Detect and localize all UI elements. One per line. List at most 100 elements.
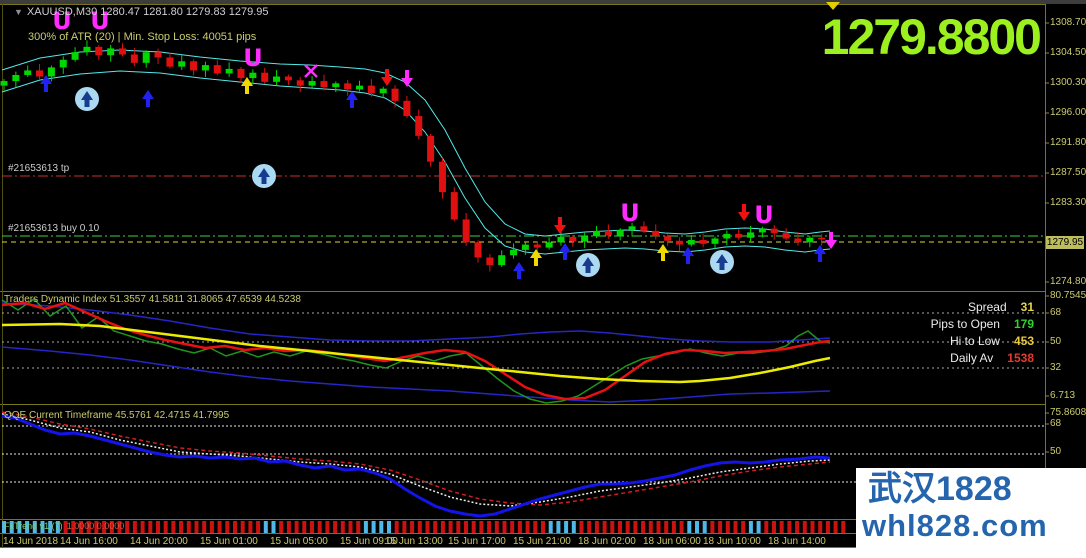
time-label: 18 Jun 10:00 (703, 536, 761, 547)
trend-histogram-bar (364, 521, 368, 533)
trend-histogram-bar (595, 521, 599, 533)
trend-histogram-bar (503, 521, 507, 533)
candle-body (723, 234, 730, 239)
chart-title: ▼XAUUSD,M30 1280.47 1281.80 1279.83 1279… (14, 6, 269, 18)
trend-histogram-bar (734, 521, 738, 533)
candle-body (451, 192, 458, 219)
candle-body (72, 52, 79, 60)
trend-histogram-bar (325, 521, 329, 533)
axis-label: 50 (1050, 336, 1061, 347)
trend-histogram-bar (749, 521, 753, 533)
watermark: 武汉1828 whl828.com (856, 468, 1086, 558)
time-label: 14 Jun 16:00 (60, 536, 118, 547)
trend-histogram-bar (510, 521, 514, 533)
candle-body (510, 250, 517, 255)
time-label: 15 Jun 05:00 (270, 536, 328, 547)
trend-histogram-bar (225, 521, 229, 533)
axis-label: 80.7545 (1050, 290, 1086, 301)
tdi-indicator-label: Traders Dynamic Index 51.3557 41.5811 31… (4, 294, 301, 305)
axis-label: 32 (1050, 362, 1061, 373)
trend-histogram-bar (272, 521, 276, 533)
buy-order-label: #21653613 buy 0.10 (8, 223, 99, 234)
candle-body (463, 219, 470, 242)
candle-body (794, 238, 801, 242)
trend-histogram-bar (295, 521, 299, 533)
magenta-cross-icon (305, 65, 317, 77)
channel-lower (2, 71, 830, 254)
down-arrow-icon (825, 232, 837, 249)
candle-body (605, 231, 612, 236)
candle-body (12, 75, 19, 81)
trend-histogram-bar (764, 521, 768, 533)
trend-histogram-bar (541, 521, 545, 533)
trend-histogram-bar (179, 521, 183, 533)
trend-histogram-bar (780, 521, 784, 533)
trend-histogram-bar (472, 521, 476, 533)
candle-body (593, 231, 600, 236)
candle-body (166, 58, 173, 67)
trend-histogram-bar (556, 521, 560, 533)
trend-histogram-bar (564, 521, 568, 533)
candle-body (1, 81, 8, 86)
trend-histogram-bar (156, 521, 160, 533)
trend-histogram-bar (695, 521, 699, 533)
market-info-value: 1538 (1007, 351, 1034, 365)
axis-label: 6.713 (1050, 390, 1075, 401)
up-arrow-icon (530, 249, 542, 266)
trend-histogram-bar (580, 521, 584, 533)
candle-body (297, 80, 304, 85)
candle-body (36, 70, 43, 76)
candle-body (676, 241, 683, 245)
time-label: 18 Jun 14:00 (768, 536, 826, 547)
candle-body (178, 61, 185, 66)
axis-label: 1300.30 (1050, 77, 1086, 88)
trend-histogram-bar (148, 521, 152, 533)
up-arrow-icon (513, 262, 525, 279)
axis-label: 50 (1050, 446, 1061, 457)
trend-histogram-bar (210, 521, 214, 533)
bid-price-tag: 1279.95 (1046, 236, 1084, 249)
time-label: 14 Jun 2018 (3, 536, 58, 547)
market-info-value: 453 (1014, 334, 1034, 348)
time-label: 14 Jun 20:00 (130, 536, 188, 547)
down-arrow-icon (554, 217, 566, 234)
candle-body (569, 237, 576, 242)
trend-histogram-bar (164, 521, 168, 533)
down-arrow-icon (738, 204, 750, 221)
trend-histogram-bar (433, 521, 437, 533)
time-label: 15 Jun 01:00 (200, 536, 258, 547)
candle-body (427, 136, 434, 162)
trend-histogram-bar (402, 521, 406, 533)
candle-body (249, 73, 256, 78)
symbol-dropdown-icon[interactable]: ▼ (14, 7, 23, 17)
candle-body (783, 233, 790, 238)
trend-histogram-bar (587, 521, 591, 533)
candle-body (107, 48, 114, 55)
axis-label: 68 (1050, 307, 1061, 318)
candle-body (557, 237, 564, 242)
trend-histogram-bar (133, 521, 137, 533)
trend-histogram-bar (618, 521, 622, 533)
candle-body (475, 242, 482, 257)
candle-body (498, 255, 505, 265)
candle-body (818, 238, 825, 240)
trend-histogram-bar (187, 521, 191, 533)
trend-histogram-bar (641, 521, 645, 533)
trend-indicator-name: FxTrend v1 (7) (4, 521, 63, 531)
candle-body (415, 116, 422, 136)
market-info-row: Pips to Open179 (931, 317, 1034, 331)
trend-histogram-bar (572, 521, 576, 533)
trend-indicator-values: 1.0000 0.0000 (67, 521, 125, 531)
candle-body (60, 60, 67, 68)
time-label: 15 Jun 13:00 (385, 536, 443, 547)
trend-histogram-bar (834, 521, 838, 533)
trend-histogram-bar (410, 521, 414, 533)
trend-histogram-bar (141, 521, 145, 533)
magenta-balloon-icon: U (620, 199, 640, 227)
mt4-chart-window: UUUUU ▼XAUUSD,M30 1280.47 1281.80 1279.8… (0, 0, 1086, 558)
market-info-label: Hi to Low (950, 334, 1000, 348)
candle-body (581, 236, 588, 241)
qqe-white-dotted (2, 414, 830, 506)
time-label: 18 Jun 06:00 (643, 536, 701, 547)
atr-stoploss-note: 300% of ATR (20) | Min. Stop Loss: 40051… (28, 31, 256, 43)
